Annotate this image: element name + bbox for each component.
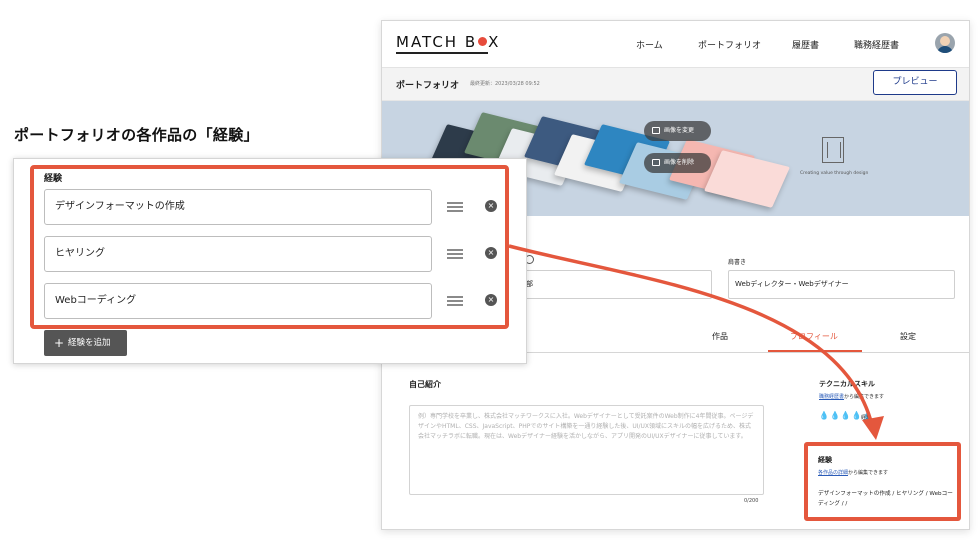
change-image-button[interactable]: 画像を変更 [644, 121, 711, 141]
remove-icon[interactable]: × [485, 247, 497, 259]
experience-input-2[interactable]: ヒヤリング [44, 236, 432, 272]
experience-input-3[interactable]: Webコーディング [44, 283, 432, 319]
experience-list: デザインフォーマットの作成 / ヒヤリング / Webコーディング / / [818, 491, 953, 507]
logo[interactable]: MATCH B X [396, 33, 500, 51]
tab-settings[interactable]: 設定 [900, 331, 916, 342]
nav-home[interactable]: ホーム [636, 38, 663, 51]
trash-icon [652, 159, 660, 166]
experience-input-1[interactable]: デザインフォーマットの作成 [44, 189, 432, 225]
avatar[interactable] [935, 33, 955, 53]
hero-tagline: Creating value through design [800, 171, 869, 176]
job-title-field[interactable]: Webディレクター・Webデザイナー [728, 270, 955, 299]
tab-profile[interactable]: プロフィール [790, 331, 838, 342]
plus-icon: + [54, 336, 65, 350]
experience-title: 経験 [818, 456, 832, 464]
work-details-link[interactable]: 各作品の詳細 [818, 470, 848, 476]
brand-mark-icon [822, 137, 844, 163]
drag-handle-icon[interactable] [447, 202, 463, 212]
nav-portfolio[interactable]: ポートフォリオ [698, 38, 761, 51]
active-tab-indicator [768, 350, 862, 352]
drag-handle-icon[interactable] [447, 296, 463, 306]
app-header: MATCH B X ホーム ポートフォリオ 履歴書 職務経歴書 [382, 21, 969, 68]
self-intro-title: 自己紹介 [409, 380, 441, 389]
remove-icon[interactable]: × [485, 200, 497, 212]
experience-highlight: 経験 各作品の詳細から編集できます デザインフォーマットの作成 / ヒヤリング … [804, 442, 961, 521]
nav-career-history[interactable]: 職務経歴書 [854, 38, 899, 51]
career-history-link[interactable]: 職務経歴書 [819, 394, 844, 400]
experience-note: 各作品の詳細から編集できます [818, 470, 889, 476]
logo-text: MATCH B [396, 33, 478, 51]
self-intro-textarea[interactable]: 例）専門学校を卒業し、株式会社マッチワークスに入社。Webデザイナーとして受託案… [409, 405, 764, 495]
skill-level-label: 経験 [861, 415, 872, 421]
callout-heading: ポートフォリオの各作品の「経験」 [14, 126, 259, 144]
add-experience-button[interactable]: + 経験を追加 [44, 330, 127, 356]
add-experience-label: 経験を追加 [68, 338, 111, 348]
subbar: ポートフォリオ 最終更新：2023/03/28 09:52 プレビュー [382, 68, 969, 101]
delete-image-button[interactable]: 画像を削除 [644, 153, 711, 173]
title-label: 肩書き [728, 259, 747, 266]
name-field[interactable]: 一部 [512, 270, 712, 299]
page: MATCH B X ホーム ポートフォリオ 履歴書 職務経歴書 ポートフォリオ 最… [0, 0, 980, 544]
logo-underline [396, 52, 488, 54]
logo-text-end: X [488, 33, 501, 51]
camera-icon [652, 127, 660, 134]
tab-works[interactable]: 作品 [712, 331, 728, 342]
char-count: 0/200 [744, 498, 759, 504]
skills-note: 職務経歴書から編集できます [819, 394, 885, 400]
page-title: ポートフォリオ [396, 81, 460, 91]
drag-handle-icon[interactable] [447, 249, 463, 259]
preview-button[interactable]: プレビュー [873, 70, 957, 95]
last-updated: 最終更新：2023/03/28 09:52 [470, 81, 540, 87]
experience-label: 経験 [44, 174, 63, 184]
nav-resume[interactable]: 履歴書 [792, 38, 819, 51]
logo-dot [478, 37, 488, 46]
remove-icon[interactable]: × [485, 294, 497, 306]
technical-skills-title: テクニカルスキル [819, 380, 875, 388]
hero-thumb [703, 150, 791, 208]
